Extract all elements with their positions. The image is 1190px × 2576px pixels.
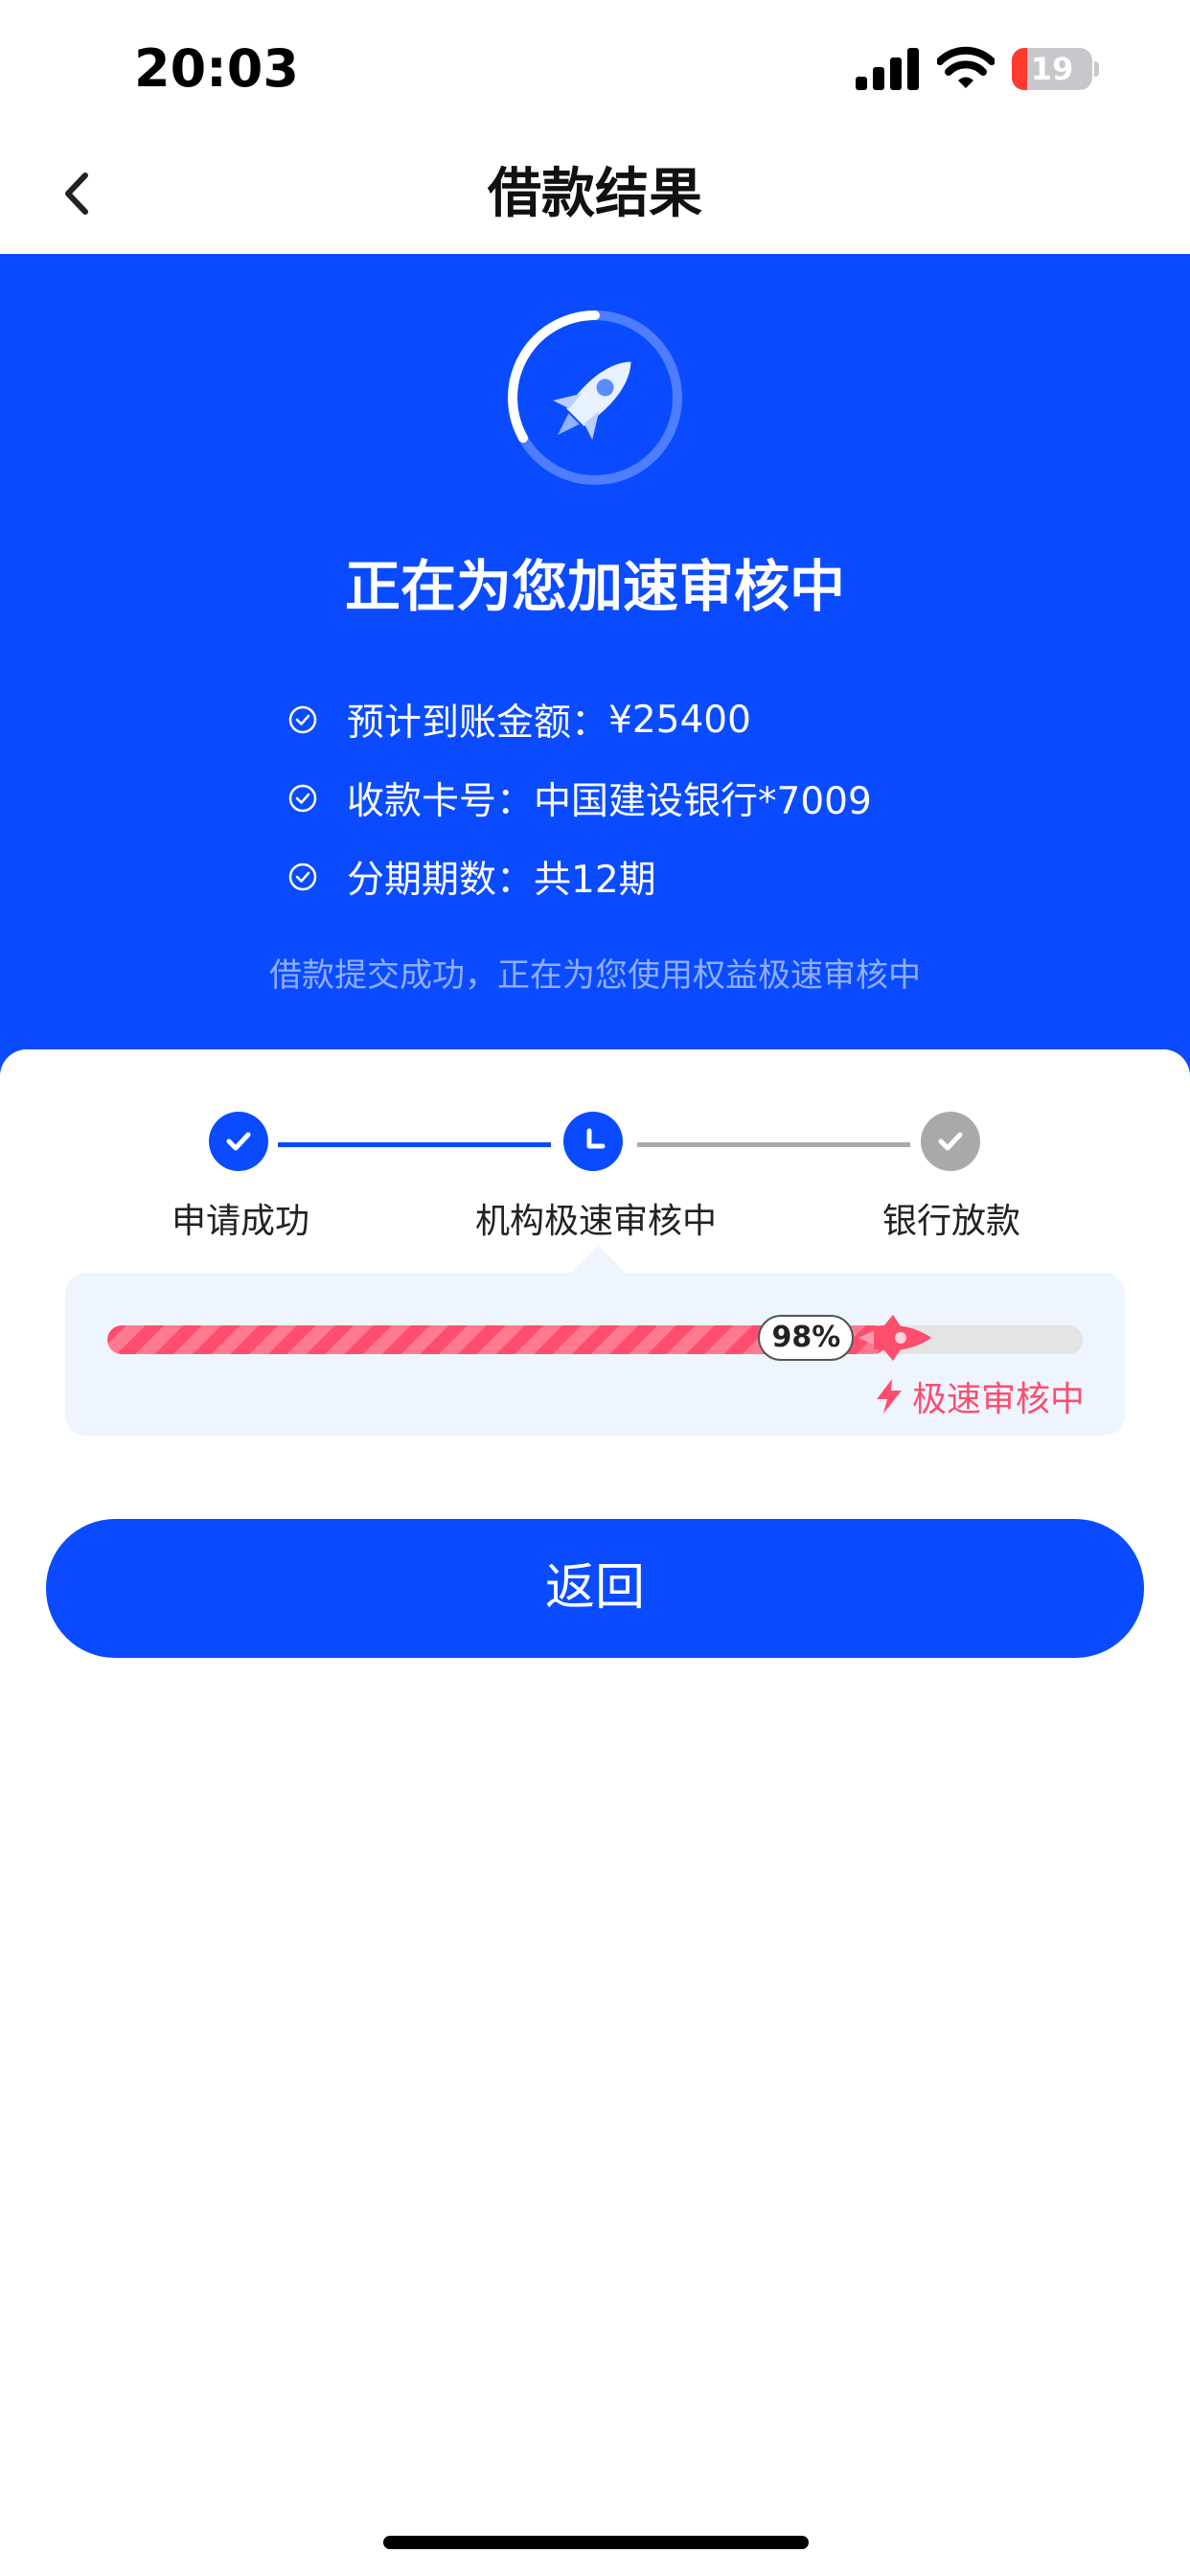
back-button[interactable] bbox=[38, 155, 115, 232]
step-active-indicator bbox=[563, 1112, 623, 1171]
progress-percent: 98% bbox=[758, 1315, 855, 1361]
step-label-applied: 申请成功 bbox=[172, 1202, 310, 1241]
progress-panel: 98% 极速审核中 bbox=[65, 1273, 1125, 1436]
info-value: ¥25400 bbox=[608, 698, 751, 742]
progress-track bbox=[107, 1325, 1083, 1354]
panel-pointer bbox=[572, 1246, 626, 1273]
step-pending-indicator bbox=[921, 1112, 980, 1171]
info-value: 共12期 bbox=[534, 859, 656, 902]
battery-icon: 19 bbox=[1012, 48, 1099, 90]
info-label: 预计到账金额： bbox=[347, 702, 609, 745]
hero-note: 借款提交成功，正在为您使用权益极速审核中 bbox=[269, 956, 921, 995]
chevron-left-icon bbox=[65, 172, 88, 215]
progress-card: 申请成功 机构极速审核中 银行放款 98% 极速审核中 返回 bbox=[0, 1049, 1190, 2576]
info-label: 分期期数： bbox=[347, 859, 535, 902]
info-value: 中国建设银行*7009 bbox=[534, 780, 872, 823]
step-done-indicator bbox=[209, 1112, 268, 1171]
status-time: 20:03 bbox=[134, 38, 299, 99]
rocket-icon bbox=[858, 1315, 932, 1361]
status-bar: 20:03 19 bbox=[0, 0, 1190, 134]
speed-status-text: 极速审核中 bbox=[911, 1380, 1085, 1419]
info-row-card: 收款卡号： 中国建设银行*7009 bbox=[287, 759, 872, 838]
cellular-signal-icon bbox=[856, 48, 919, 90]
battery-level: 19 bbox=[1030, 51, 1074, 87]
check-circle-icon bbox=[288, 705, 317, 734]
info-row-installments: 分期期数： 共12期 bbox=[287, 838, 872, 916]
step-label-disbursement: 银行放款 bbox=[882, 1202, 1021, 1241]
return-button[interactable]: 返回 bbox=[46, 1519, 1144, 1658]
clock-icon bbox=[586, 1128, 606, 1149]
nav-bar: 借款结果 bbox=[0, 134, 1190, 254]
step-label-reviewing: 机构极速审核中 bbox=[475, 1202, 718, 1241]
check-circle-icon bbox=[288, 862, 317, 891]
step-connector-done bbox=[278, 1142, 551, 1147]
step-connector-pending bbox=[637, 1142, 910, 1147]
page-title: 借款结果 bbox=[488, 163, 702, 225]
hero-title: 正在为您加速审核中 bbox=[344, 554, 845, 619]
check-circle-icon bbox=[288, 784, 317, 813]
home-indicator bbox=[383, 2536, 809, 2549]
speed-status: 极速审核中 bbox=[874, 1371, 1085, 1421]
wifi-icon bbox=[937, 46, 995, 88]
info-row-amount: 预计到账金额： ¥25400 bbox=[287, 680, 872, 759]
check-icon bbox=[938, 1132, 963, 1151]
lightning-icon bbox=[876, 1379, 902, 1414]
loan-result-screen: 20:03 19 借款结果 正在为您加速审核中 预计到账金额： ¥25400 收… bbox=[0, 0, 1190, 2576]
check-icon bbox=[226, 1132, 251, 1151]
rocket-icon bbox=[508, 310, 682, 485]
loan-info-list: 预计到账金额： ¥25400 收款卡号： 中国建设银行*7009 分期期数： 共… bbox=[287, 680, 872, 916]
info-label: 收款卡号： bbox=[347, 780, 535, 823]
review-hero: 正在为您加速审核中 预计到账金额： ¥25400 收款卡号： 中国建设银行*70… bbox=[0, 254, 1190, 1078]
